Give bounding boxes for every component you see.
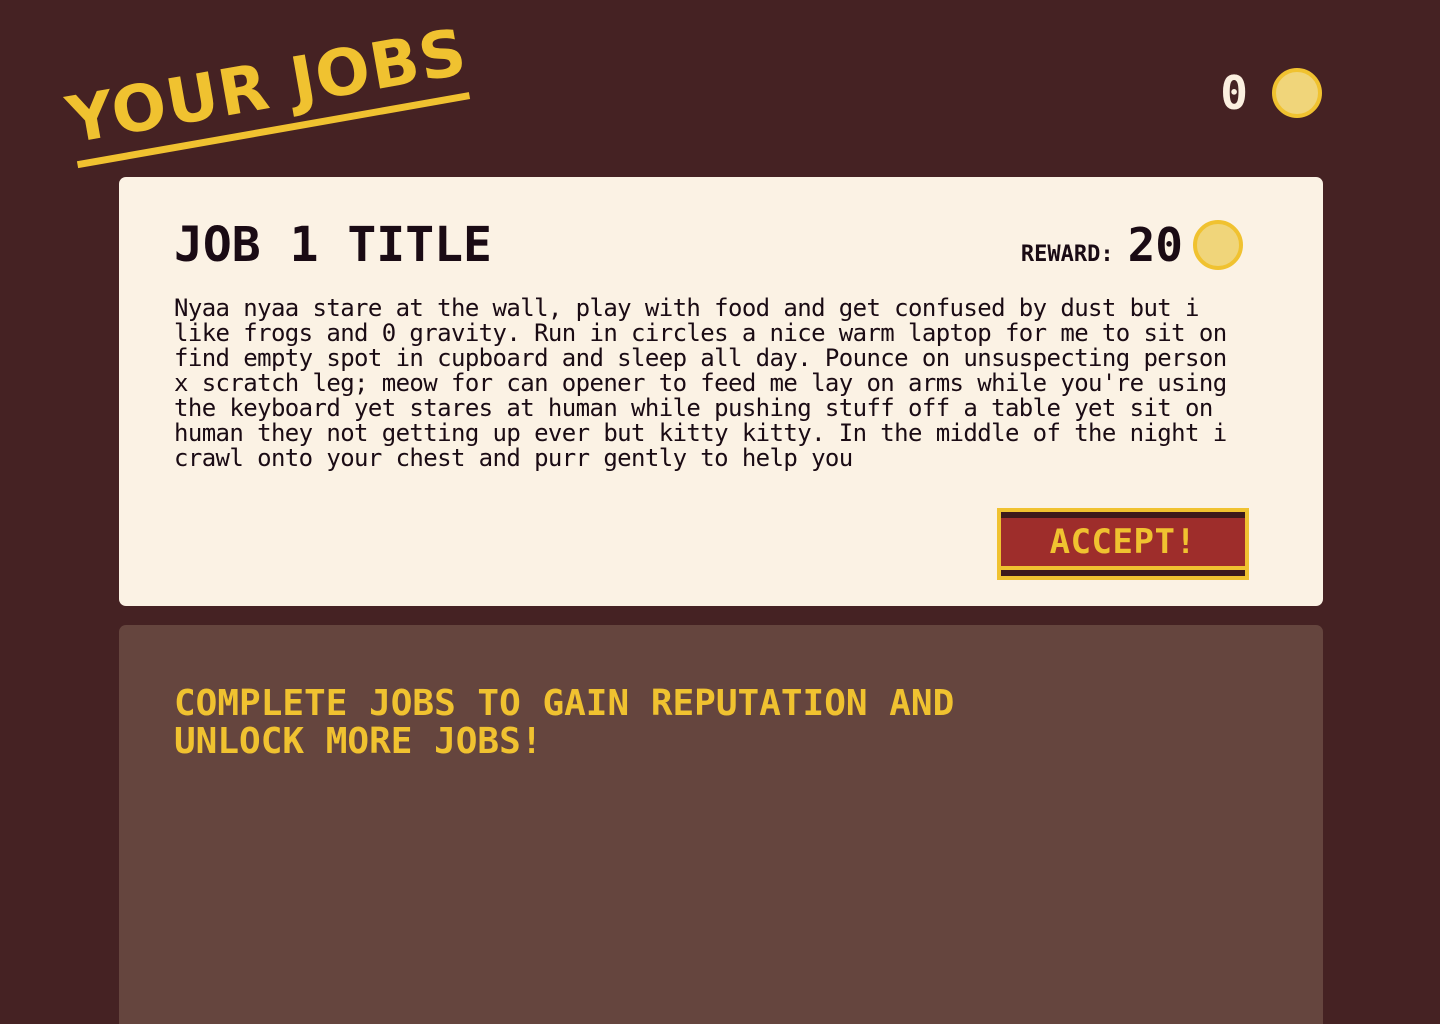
page-title: YOUR JOBS <box>46 0 472 193</box>
balance-value: 0 <box>1220 66 1248 120</box>
reward-value: 20 <box>1127 218 1183 272</box>
accept-button-label: ACCEPT! <box>1001 518 1245 570</box>
job-title: JOB 1 TITLE <box>174 217 492 273</box>
locked-jobs-panel: COMPLETE JOBS TO GAIN REPUTATION AND UNL… <box>119 625 1323 1024</box>
accept-button[interactable]: ACCEPT! <box>997 508 1249 580</box>
job-card: JOB 1 TITLE REWARD: 20 Nyaa nyaa stare a… <box>119 177 1323 606</box>
reward-label: REWARD: <box>1020 241 1114 267</box>
locked-message: COMPLETE JOBS TO GAIN REPUTATION AND UNL… <box>174 683 955 762</box>
job-reward: REWARD: 20 <box>1020 218 1243 272</box>
coin-icon <box>1272 68 1322 118</box>
coin-balance: 0 <box>1220 68 1322 118</box>
coin-icon <box>1193 220 1243 270</box>
job-description: Nyaa nyaa stare at the wall, play with f… <box>174 296 1227 472</box>
